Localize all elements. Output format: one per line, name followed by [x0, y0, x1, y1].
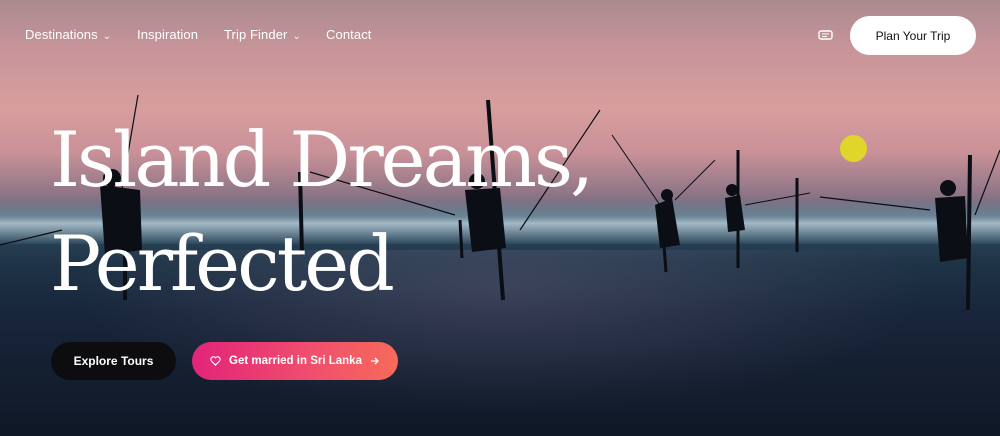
hero-section: Destinations ⌄ Inspiration Trip Finder ⌄ C… [0, 0, 1000, 436]
plan-your-trip-label: Plan Your Trip [875, 28, 951, 43]
get-married-label: Get married in Sri Lanka [229, 355, 362, 367]
hero-headline: Island Dreams, Perfected [50, 108, 594, 316]
nav-item-label: Inspiration [137, 27, 199, 42]
nav-item-inspiration[interactable]: Inspiration [137, 27, 198, 42]
nav-item-label: Destinations [25, 27, 98, 42]
get-married-button[interactable]: Get married in Sri Lanka [192, 342, 398, 380]
plan-your-trip-button[interactable]: Plan Your Trip [850, 16, 976, 55]
nav-item-label: Contact [326, 27, 372, 42]
headline-line-1: Island Dreams, [50, 115, 594, 204]
headline-line-2: Perfected [50, 219, 395, 308]
explore-tours-label: Explore Tours [73, 354, 154, 368]
arrow-right-icon [370, 357, 379, 365]
nav-item-contact[interactable]: Contact [326, 27, 372, 42]
chevron-down-icon: ⌄ [102, 31, 112, 42]
chevron-down-icon: ⌄ [292, 31, 301, 42]
explore-tours-button[interactable]: Explore Tours [51, 342, 176, 380]
nav-item-label: Trip Finder [224, 27, 288, 42]
nav-item-trip-finder[interactable]: Trip Finder ⌄ [224, 27, 301, 42]
heart-icon [210, 356, 221, 366]
top-navigation: Destinations ⌄ Inspiration Trip Finder ⌄ C… [0, 0, 1000, 70]
nav-item-destinations[interactable]: Destinations ⌄ [25, 27, 111, 42]
language-switch-icon[interactable] [817, 27, 835, 43]
